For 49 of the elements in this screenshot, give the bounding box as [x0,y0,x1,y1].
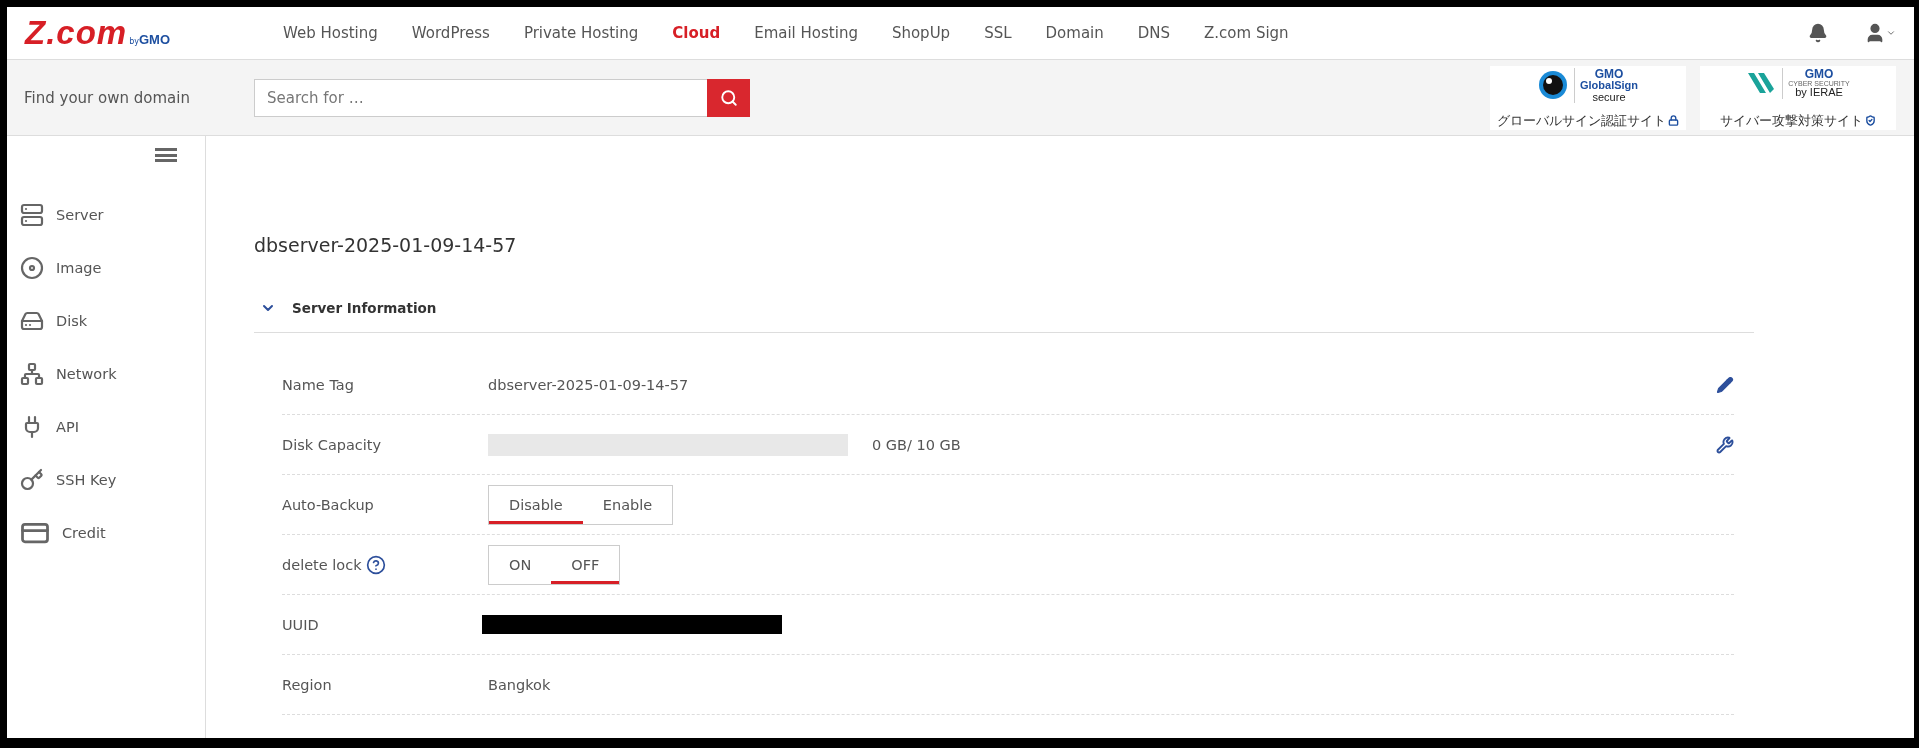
section-header[interactable]: Server Information [254,296,437,320]
nav-link[interactable]: Z.com Sign [1204,24,1289,42]
eye-icon [1537,70,1568,101]
field-label: Name Tag [282,376,355,393]
sidebar-item[interactable]: Network [7,347,205,400]
badge-caption: グローバルサイン認証サイト [1497,112,1666,128]
field-value: dbserver-2025-01-09-14-57 [488,376,690,393]
nav-link[interactable]: Domain [1045,24,1104,42]
nav-link[interactable]: SSL [984,24,1012,42]
network-icon [20,361,44,386]
search-icon [719,88,738,107]
sidebar-item[interactable]: SSH Key [7,453,205,506]
server-icon [20,202,44,227]
field-value: Bangkok [488,676,552,693]
page-title: dbserver-2025-01-09-14-57 [254,234,518,256]
sidebar-item[interactable]: API [7,400,205,453]
sidebar-item[interactable]: Image [7,241,205,294]
edit-button[interactable] [1716,375,1734,394]
search-field[interactable]: Search for … [254,78,707,117]
shield-check-icon [1865,114,1876,126]
help-icon[interactable] [365,554,386,575]
nav-link[interactable]: WordPress [411,24,490,42]
nav-link[interactable]: ShopUp [891,24,951,42]
capacity-reading: 0 GB/ 10 GB [872,436,962,453]
menu-button[interactable] [155,148,177,162]
nav-link[interactable]: Cloud [672,24,721,42]
sidebar-item[interactable]: Disk [7,294,205,347]
logo[interactable]: Z.com byGMO [25,14,283,52]
nav-link[interactable]: Email Hosting [754,24,858,42]
search-button[interactable] [707,78,750,117]
seal-badge[interactable]: GMO GlobalSign secure グローバルサイン認証サイト [1490,65,1686,130]
notification-button[interactable] [1808,23,1828,43]
caret-icon [1886,28,1896,38]
nav-link[interactable]: DNS [1137,24,1171,42]
sidebar-item[interactable]: Server [7,188,205,241]
field-label: Disk Capacity [282,436,383,453]
field-label: UUID [282,616,320,633]
field-label: Region [282,676,333,693]
lock-icon [1668,114,1679,126]
badge-caption: サイバー攻撃対策サイト [1720,112,1863,128]
tools-button[interactable] [1716,435,1734,454]
disc-icon [20,255,44,280]
field-label: delete lock [282,556,362,573]
sidebar-item[interactable]: Credit [7,506,205,559]
key-icon [20,467,44,492]
nav-link[interactable]: Private Hosting [523,24,639,42]
nav-link[interactable]: Web Hosting [283,24,378,42]
search-label: Find your own domain [24,88,191,107]
field-label: Auto-Backup [282,496,375,513]
